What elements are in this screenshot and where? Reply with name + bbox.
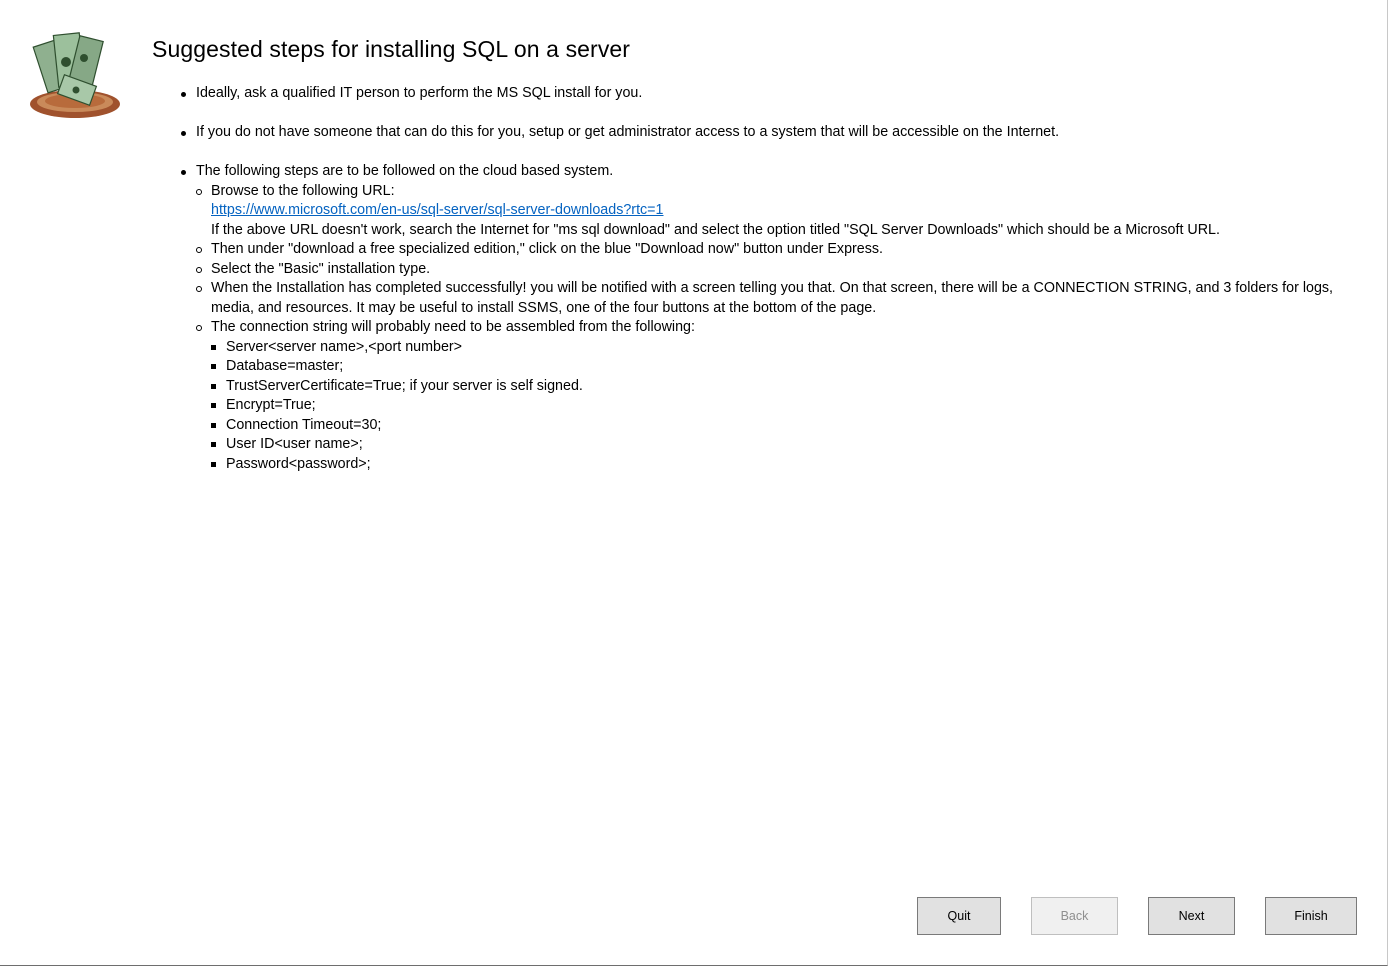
- step-text: Ideally, ask a qualified IT person to pe…: [196, 85, 643, 101]
- substep-text: The connection string will probably need…: [211, 319, 695, 335]
- substep-text: Then under "download a free specialized …: [211, 241, 884, 257]
- finish-button[interactable]: Finish: [1265, 897, 1357, 935]
- list-item: TrustServerCertificate=True; if your ser…: [211, 377, 1352, 397]
- back-button[interactable]: Back: [1031, 897, 1118, 935]
- list-item: Connection Timeout=30;: [211, 416, 1352, 436]
- list-item: Browse to the following URL: https://www…: [196, 182, 1352, 241]
- page-title: Suggested steps for installing SQL on a …: [152, 36, 631, 62]
- list-item: When the Installation has completed succ…: [196, 279, 1352, 318]
- list-item: Select the "Basic" installation type.: [196, 260, 1352, 280]
- step-text: The following steps are to be followed o…: [196, 163, 614, 179]
- step-text: If you do not have someone that can do t…: [196, 124, 1060, 140]
- list-item: If you do not have someone that can do t…: [152, 123, 1352, 143]
- substeps-list: Browse to the following URL: https://www…: [196, 182, 1352, 475]
- list-item: Server<server name>,<port number>: [211, 338, 1352, 358]
- list-item: The connection string will probably need…: [196, 318, 1352, 474]
- list-item: Password<password>;: [211, 455, 1352, 475]
- quit-button[interactable]: Quit: [917, 897, 1001, 935]
- substep-text: When the Installation has completed succ…: [211, 280, 1334, 316]
- steps-list: Ideally, ask a qualified IT person to pe…: [152, 84, 1352, 474]
- connection-parts-list: Server<server name>,<port number> Databa…: [211, 338, 1352, 475]
- instructions: Ideally, ask a qualified IT person to pe…: [152, 84, 1352, 474]
- list-item: Ideally, ask a qualified IT person to pe…: [152, 84, 1352, 104]
- next-button[interactable]: Next: [1148, 897, 1235, 935]
- list-item: Encrypt=True;: [211, 396, 1352, 416]
- list-item: User ID<user name>;: [211, 435, 1352, 455]
- money-pile-icon: [30, 32, 120, 118]
- list-item: The following steps are to be followed o…: [152, 162, 1352, 474]
- download-url-link[interactable]: https://www.microsoft.com/en-us/sql-serv…: [211, 202, 664, 218]
- substep-text: If the above URL doesn't work, search th…: [211, 221, 1220, 238]
- list-item: Then under "download a free specialized …: [196, 240, 1352, 260]
- substep-text: Select the "Basic" installation type.: [211, 260, 431, 277]
- list-item: Database=master;: [211, 357, 1352, 377]
- wizard-page: Suggested steps for installing SQL on a …: [0, 0, 1388, 966]
- substep-text: Browse to the following URL:: [211, 182, 395, 199]
